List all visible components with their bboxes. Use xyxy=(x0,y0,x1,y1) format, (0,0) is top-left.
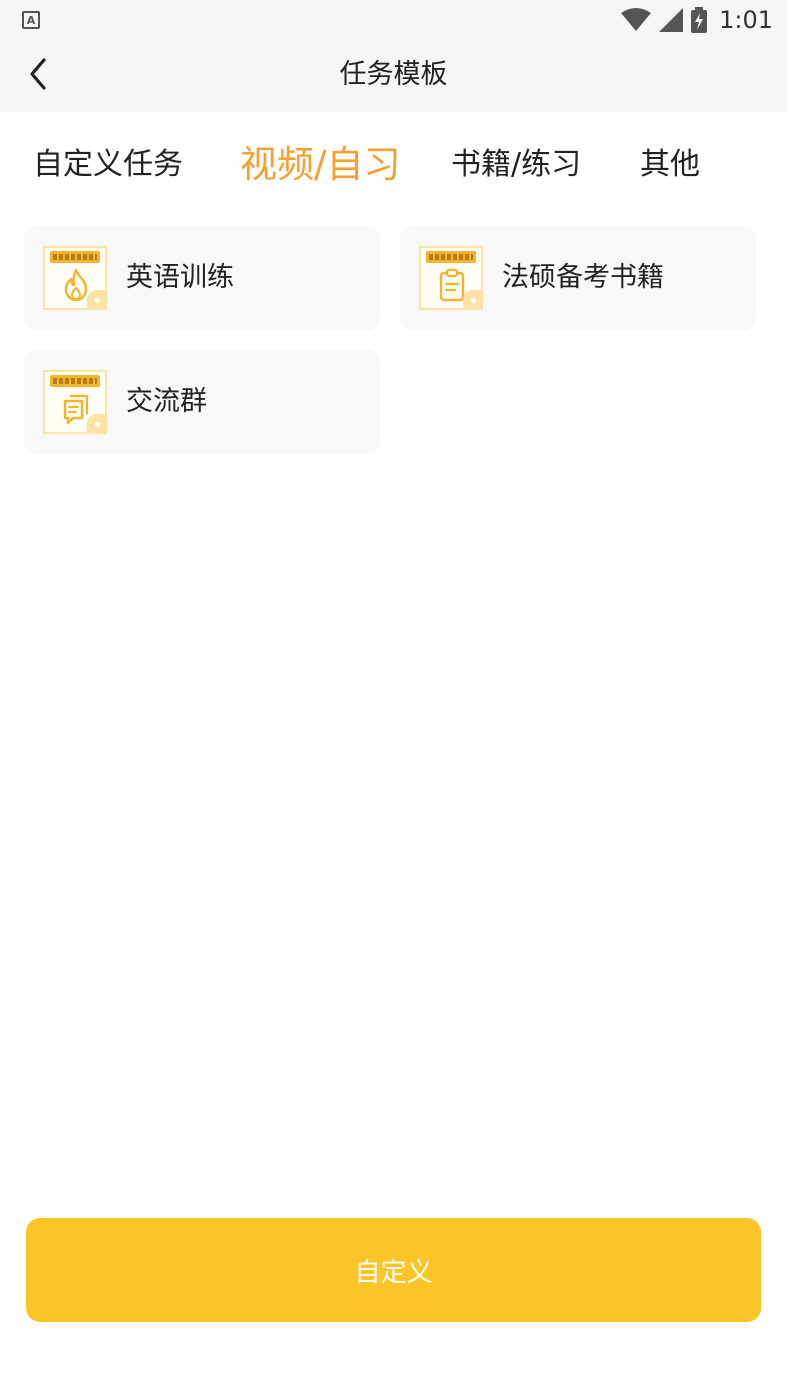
tab-custom-task[interactable]: 自定义任务 xyxy=(33,112,183,218)
header: 任务模板 xyxy=(0,40,787,112)
template-label: 交流群 xyxy=(126,386,207,417)
notification-app-icon: A xyxy=(22,11,40,29)
back-button[interactable] xyxy=(16,54,60,98)
template-card-law-exam-books[interactable]: 法硕备考书籍 xyxy=(400,226,756,330)
template-label: 法硕备考书籍 xyxy=(502,262,664,293)
template-label: 英语训练 xyxy=(126,262,234,293)
page-title: 任务模板 xyxy=(339,59,448,90)
tab-books-practice[interactable]: 书籍/练习 xyxy=(451,112,581,218)
category-tabs: 自定义任务 视频/自习 书籍/练习 其他 xyxy=(0,112,787,218)
template-card-english-training[interactable]: 英语训练 xyxy=(24,226,380,330)
status-time: 1:01 xyxy=(719,6,773,34)
template-thumbnail xyxy=(419,246,483,310)
thumbnail-banner xyxy=(50,375,100,387)
thumbnail-corner-badge xyxy=(463,290,483,310)
template-thumbnail xyxy=(43,246,107,310)
template-card-chat-group[interactable]: 交流群 xyxy=(24,350,380,454)
thumbnail-banner xyxy=(426,251,476,263)
custom-template-button[interactable]: 自定义 xyxy=(26,1218,761,1322)
battery-charging-icon xyxy=(691,7,708,33)
tab-video-study[interactable]: 视频/自习 xyxy=(240,112,400,218)
thumbnail-banner xyxy=(50,251,100,263)
chevron-left-icon xyxy=(27,56,49,96)
thumbnail-corner-badge xyxy=(87,290,107,310)
tab-other[interactable]: 其他 xyxy=(640,112,700,218)
template-thumbnail xyxy=(43,370,107,434)
status-bar: A 1:01 xyxy=(0,0,787,40)
signal-icon xyxy=(659,8,684,32)
status-icons: 1:01 xyxy=(621,4,773,36)
thumbnail-corner-badge xyxy=(87,414,107,434)
wifi-icon xyxy=(621,8,652,32)
